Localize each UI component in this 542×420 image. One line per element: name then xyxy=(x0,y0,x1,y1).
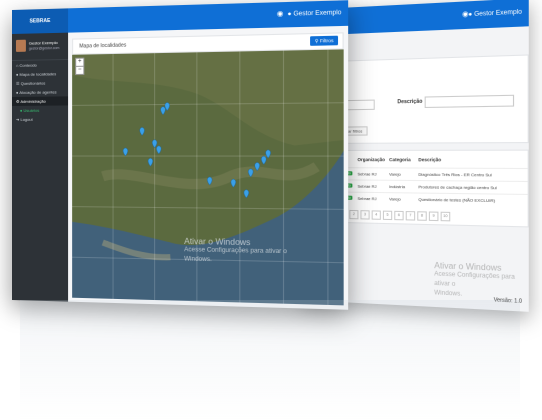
user-menu[interactable]: ● Gestor Exemplo xyxy=(468,9,522,18)
sidebar-item-label: Logout xyxy=(20,116,33,122)
zoom-out-button[interactable]: − xyxy=(76,65,84,74)
page-button[interactable]: 5 xyxy=(382,210,393,221)
sidebar-item-label: Administração xyxy=(20,98,46,104)
page-button[interactable]: 2 xyxy=(349,209,359,220)
header-org[interactable]: Organização xyxy=(357,157,385,162)
header-category[interactable]: Categoria xyxy=(389,157,411,162)
description-label: Descrição xyxy=(397,98,423,106)
profile-email: gestor@gestor.com xyxy=(28,45,60,51)
questionnaire-table: Status Organização Categoria Descrição P… xyxy=(329,149,529,228)
page-button[interactable]: 9 xyxy=(428,211,439,222)
user-menu[interactable]: ● Gestor Exemplo xyxy=(288,10,342,18)
page-button[interactable]: 6 xyxy=(394,210,404,221)
avatar xyxy=(15,39,26,52)
sidebar-profile: Gestor Exemplo gestor@gestor.com xyxy=(12,32,69,61)
list-icon: ☰ xyxy=(15,80,20,86)
bell-icon[interactable]: ◉ xyxy=(277,9,284,19)
page-button[interactable]: 8 xyxy=(417,211,427,221)
pagination: 1 2 3 4 5 6 7 8 9 10 xyxy=(338,209,451,222)
sidebar-item-logout[interactable]: ➜ Logout xyxy=(12,115,68,124)
map-view[interactable]: + − xyxy=(72,49,344,306)
description-input[interactable] xyxy=(424,94,515,109)
profile-name: Gestor Exemplo xyxy=(28,39,58,46)
sidebar-item-label: Usuários xyxy=(23,107,40,113)
filters-label: Filtros xyxy=(319,37,334,44)
page-button[interactable]: 10 xyxy=(440,211,451,222)
sidebar-item-label: Conteúdo xyxy=(19,62,37,68)
page-button[interactable]: 3 xyxy=(360,210,370,220)
satellite-map[interactable] xyxy=(72,49,344,306)
row-description: Diagnóstico Três Rios - ER Centro Sul xyxy=(418,171,492,178)
sidebar-item-label: Mapa de localidades xyxy=(19,71,57,77)
logout-icon: ➜ xyxy=(15,116,20,122)
filters-button[interactable]: ⚲ Filtros xyxy=(310,35,339,46)
search-icon: ⚲ xyxy=(314,38,319,44)
home-icon: ⌂ xyxy=(15,62,19,68)
user-name: Gestor Exemplo xyxy=(474,9,522,18)
front-screen: SEBRAE ◉ ● Gestor Exemplo Gestor Exemplo… xyxy=(12,0,349,310)
sidebar-item-label: Questionários xyxy=(20,80,46,86)
row-description: Questionário de testes (NÃO EXCLUIR) xyxy=(418,196,496,204)
page-button[interactable]: 4 xyxy=(371,210,381,220)
user-icon: ● xyxy=(19,107,23,113)
screen-reflection xyxy=(20,300,520,420)
row-org: Sebrae RJ xyxy=(357,183,377,189)
row-category: Varejo xyxy=(389,171,401,177)
main-content: Mapa de localidades ⚲ Filtros + − xyxy=(68,26,348,310)
page-title: Mapa de localidades xyxy=(79,42,127,50)
windows-activation-watermark: Ativar o Windows Acesse Configurações pa… xyxy=(434,261,529,303)
row-description: Produtores de cachaça região centro Sul xyxy=(418,184,497,191)
sidebar: Gestor Exemplo gestor@gestor.com ⌂ Conte… xyxy=(12,32,69,302)
table-row[interactable]: Publicado Sebrae RJ Varejo Questionário … xyxy=(330,191,528,207)
header-description[interactable]: Descrição xyxy=(418,157,441,162)
zoom-control: + − xyxy=(75,57,85,75)
user-name: Gestor Exemplo xyxy=(293,10,342,18)
filter-panel: Descrição Limpar filtros xyxy=(329,54,529,144)
windows-activation-watermark: Ativar o Windows Acesse Configurações pa… xyxy=(184,237,287,267)
logo[interactable]: SEBRAE xyxy=(12,8,69,34)
row-category: Varejo xyxy=(389,196,401,202)
row-org: Sebrae RJ xyxy=(357,195,377,202)
sidebar-item-usuarios[interactable]: ● Usuários xyxy=(12,105,68,115)
sidebar-item-label: Alocação de agentes xyxy=(19,89,57,95)
row-org: Sebrae RJ xyxy=(357,171,377,177)
page-button[interactable]: 7 xyxy=(405,211,416,221)
map-marker-icon: ● xyxy=(15,71,19,77)
row-category: Indústria xyxy=(389,183,406,190)
